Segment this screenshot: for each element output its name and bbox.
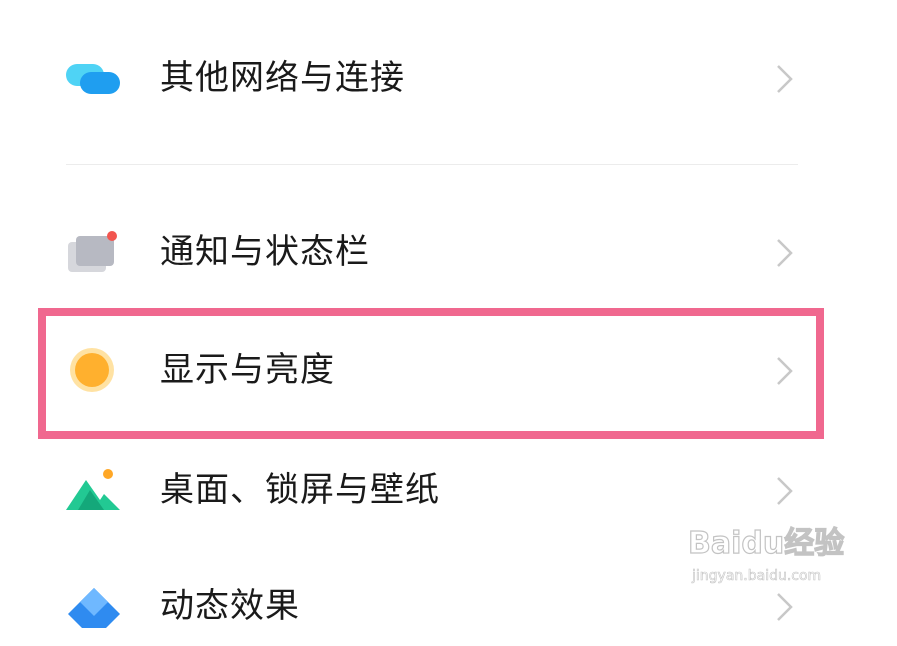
wallpaper-icon (64, 468, 122, 512)
notification-statusbar-icon (64, 230, 122, 274)
settings-item-label: 桌面、锁屏与壁纸 (160, 470, 440, 510)
chevron-right-icon (772, 474, 796, 508)
settings-item-display-brightness[interactable]: 显示与亮度 (0, 330, 897, 410)
network-connection-icon (64, 56, 122, 100)
settings-item-label: 通知与状态栏 (160, 232, 370, 272)
settings-item-other-networks[interactable]: 其他网络与连接 (0, 38, 897, 118)
settings-item-notifications[interactable]: 通知与状态栏 (0, 212, 897, 292)
settings-item-label: 其他网络与连接 (160, 58, 405, 98)
watermark: Baidu经验 jingyan.baidu.com (687, 518, 848, 592)
chevron-right-icon (772, 590, 796, 624)
chevron-right-icon (772, 62, 796, 96)
settings-item-label: 动态效果 (160, 586, 300, 626)
settings-item-label: 显示与亮度 (160, 350, 335, 390)
chevron-right-icon (772, 354, 796, 388)
watermark-url: jingyan.baidu.com (692, 568, 822, 585)
section-divider (66, 164, 798, 165)
display-brightness-icon (64, 348, 122, 392)
animation-effects-icon (64, 584, 122, 640)
watermark-logo: Baidu经验 (687, 525, 845, 561)
settings-list: 其他网络与连接 通知与状态栏 显示与亮度 桌面、锁屏与壁纸 动态效果 Baidu… (0, 0, 897, 640)
chevron-right-icon (772, 236, 796, 270)
